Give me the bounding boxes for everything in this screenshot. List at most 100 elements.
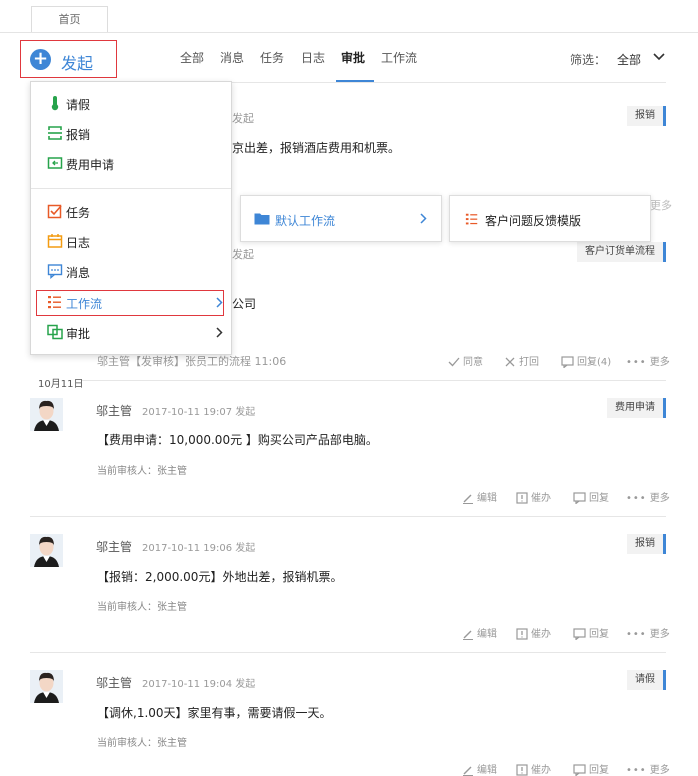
edit-label: 编辑 xyxy=(477,629,497,640)
tab-messages[interactable]: 消息 xyxy=(220,49,244,66)
post-time-fragment: 发起 xyxy=(232,112,254,125)
status-badge: 客户订货单流程 xyxy=(577,242,666,262)
message-icon xyxy=(47,264,63,279)
filter-select[interactable]: 全部 xyxy=(617,51,641,68)
author-name[interactable]: 邬主管 xyxy=(96,674,132,691)
ellipsis-icon: ••• xyxy=(626,357,647,368)
alert-icon xyxy=(516,492,528,504)
reply-action[interactable]: 回复(4) xyxy=(561,353,612,369)
submenu-default-workflow[interactable]: 默认工作流 xyxy=(240,195,442,242)
avatar[interactable] xyxy=(30,398,63,431)
tab-divider xyxy=(0,32,698,33)
date-label: 10月11日 xyxy=(38,379,84,390)
list-icon xyxy=(465,213,478,225)
tab-all[interactable]: 全部 xyxy=(180,49,204,66)
submenu-default-label: 默认工作流 xyxy=(275,214,336,228)
reimburse-icon xyxy=(48,126,62,140)
post-content-fragment: 公司 xyxy=(232,297,257,311)
edit-action[interactable]: 编辑 xyxy=(462,489,497,504)
more-label: 更多 xyxy=(649,765,670,776)
menu-item-label: 报销 xyxy=(66,128,91,142)
agree-label: 同意 xyxy=(463,357,483,368)
avatar[interactable] xyxy=(30,534,63,567)
user-photo-icon xyxy=(30,670,63,703)
menu-item-label: 消息 xyxy=(66,266,91,280)
more-fragment[interactable]: 更多 xyxy=(650,197,672,213)
current-auditor: 当前审核人：张主管 xyxy=(97,738,187,749)
post-time-fragment: 发起 xyxy=(232,248,254,261)
launch-menu: 请假 报销 费用申请 任务 日志 消息 工作流 审批 xyxy=(30,81,232,355)
edit-action[interactable]: 编辑 xyxy=(462,761,497,776)
tab-tasks[interactable]: 任务 xyxy=(260,49,284,66)
more-label: 更多 xyxy=(649,493,670,504)
folder-icon xyxy=(254,213,270,225)
menu-item-label: 请假 xyxy=(66,98,91,112)
urge-action[interactable]: 催办 xyxy=(516,761,551,776)
more-action[interactable]: ••• 更多 xyxy=(626,761,670,776)
more-label: 更多 xyxy=(649,629,670,640)
reject-action[interactable]: 打回 xyxy=(504,353,539,368)
filter-label: 筛选： xyxy=(570,53,607,67)
edit-action[interactable]: 编辑 xyxy=(462,625,497,640)
comment-icon xyxy=(573,764,586,776)
plus-icon: + xyxy=(30,49,51,70)
user-photo-icon xyxy=(30,534,63,567)
post-time: 2017-10-11 19:04 发起 xyxy=(142,679,256,690)
edit-label: 编辑 xyxy=(477,493,497,504)
urge-action[interactable]: 催办 xyxy=(516,625,551,640)
status-badge: 报销 xyxy=(627,106,666,126)
post-time: 2017-10-11 19:06 发起 xyxy=(142,543,256,554)
tab-approval[interactable]: 审批 xyxy=(341,49,365,66)
agree-action[interactable]: 同意 xyxy=(448,353,483,368)
reply-label: 回复(4) xyxy=(577,357,612,368)
urge-label: 催办 xyxy=(531,629,551,640)
reply-label: 回复 xyxy=(589,493,609,504)
menu-item-label: 工作流 xyxy=(66,297,103,311)
status-badge: 请假 xyxy=(627,670,666,690)
task-check-icon xyxy=(47,204,62,219)
wallet-icon xyxy=(47,157,63,169)
chevron-down-icon[interactable] xyxy=(652,49,666,63)
edit-icon xyxy=(463,494,473,504)
reply-action[interactable]: 回复 xyxy=(573,489,609,505)
post-content-fragment: 京出差，报销酒店费用和机票。 xyxy=(232,141,401,155)
urge-action[interactable]: 催办 xyxy=(516,489,551,504)
avatar[interactable] xyxy=(30,670,63,703)
author-name[interactable]: 邬主管 xyxy=(96,538,132,555)
post-content[interactable]: 【费用申请：10,000.00元 】购买公司产品部电脑。 xyxy=(97,431,378,448)
author-name[interactable]: 邬主管 xyxy=(96,402,132,419)
date-divider xyxy=(82,380,666,381)
ellipsis-icon: ••• xyxy=(626,493,647,504)
comment-icon xyxy=(573,628,586,641)
reply-action[interactable]: 回复 xyxy=(573,625,609,641)
chevron-right-icon xyxy=(420,213,427,224)
menu-item-label: 费用申请 xyxy=(66,158,115,172)
post-activity-meta: 邬主管【发审核】张员工的流程 11:06 xyxy=(97,355,287,368)
more-action[interactable]: ••• 更多 xyxy=(626,625,670,640)
thermometer-icon xyxy=(51,96,59,111)
more-action[interactable]: ••• 更多 xyxy=(626,353,670,368)
comment-icon xyxy=(573,492,586,505)
submenu-custom-template[interactable]: 客户问题反馈模版 xyxy=(449,195,651,242)
menu-divider xyxy=(31,188,231,189)
reply-action[interactable]: 回复 xyxy=(573,761,609,776)
launch-button[interactable]: + 发起 xyxy=(20,40,117,78)
post-content[interactable]: 【调休,1.00天】家里有事，需要请假一天。 xyxy=(97,704,332,721)
chevron-right-icon xyxy=(216,327,223,338)
alert-icon xyxy=(516,628,528,640)
tab-home[interactable]: 首页 xyxy=(31,6,108,33)
submenu-custom-label: 客户问题反馈模版 xyxy=(485,214,582,228)
post-divider xyxy=(30,516,666,517)
reply-label: 回复 xyxy=(589,629,609,640)
urge-label: 催办 xyxy=(531,765,551,776)
tab-workflow[interactable]: 工作流 xyxy=(381,49,417,66)
alert-icon xyxy=(516,764,528,776)
more-action[interactable]: ••• 更多 xyxy=(626,489,670,504)
post-content[interactable]: 【报销：2,000.00元】外地出差，报销机票。 xyxy=(97,568,342,585)
approval-icon xyxy=(47,324,63,340)
menu-item-workflow[interactable]: 工作流 xyxy=(47,292,223,314)
calendar-icon xyxy=(47,234,63,248)
menu-item-label: 任务 xyxy=(66,206,91,220)
tab-logs[interactable]: 日志 xyxy=(301,49,325,66)
menu-item-approval[interactable]: 审批 xyxy=(47,322,223,344)
